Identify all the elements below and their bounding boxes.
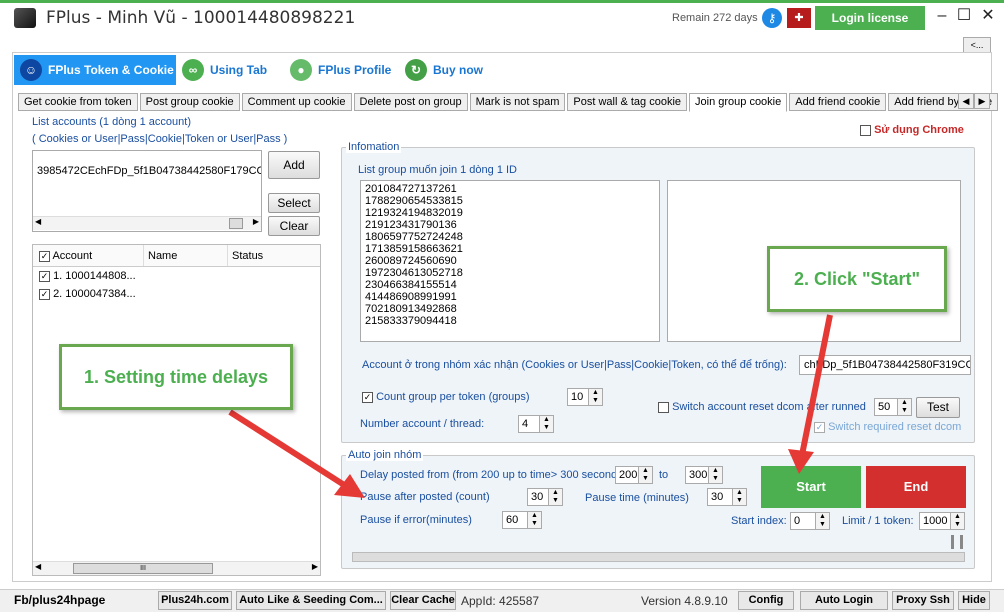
proxy-ssh-button[interactable]: Proxy Ssh [892, 591, 954, 610]
arrow-to-start [799, 314, 833, 456]
plus24h-button[interactable]: Plus24h.com [158, 591, 232, 610]
fb-page-label: Fb/plus24hpage [14, 593, 106, 607]
hide-button[interactable]: Hide [958, 591, 990, 610]
version: Version 4.8.9.10 [641, 594, 728, 608]
arrow-head-pause [334, 474, 365, 498]
callout-click-start: 2. Click "Start" [767, 246, 947, 312]
auto-login-button[interactable]: Auto Login [800, 591, 888, 610]
config-button[interactable]: Config [738, 591, 794, 610]
clear-cache-button[interactable]: Clear Cache [390, 591, 456, 610]
arrow-to-pause [228, 409, 354, 493]
callout-setting-delays: 1. Setting time delays [59, 344, 293, 410]
arrow-head-start [788, 449, 814, 474]
auto-like-button[interactable]: Auto Like & Seeding Com... [236, 591, 386, 610]
app-id: AppId: 425587 [461, 594, 540, 608]
